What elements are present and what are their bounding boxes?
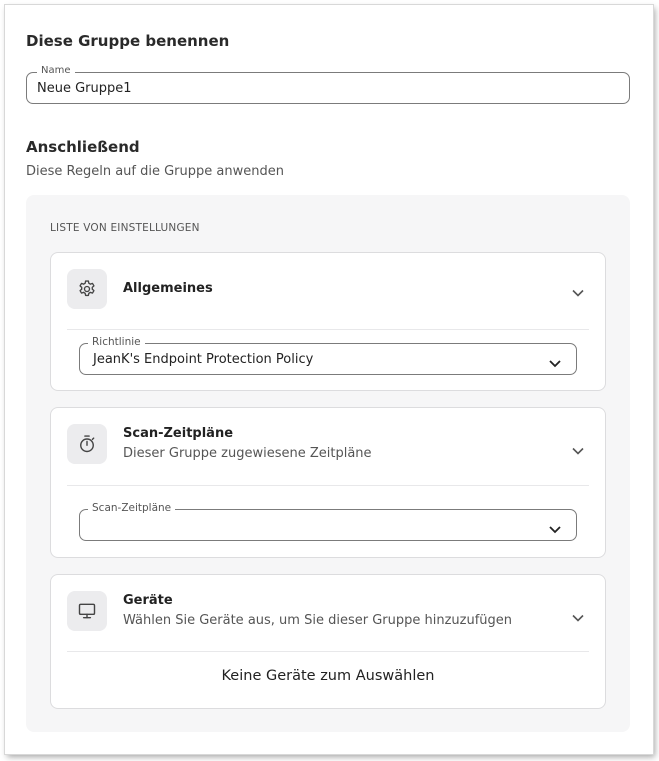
policy-select-label: Richtlinie xyxy=(88,336,145,348)
group-name-input[interactable] xyxy=(37,79,617,97)
scan-schedules-select[interactable]: Scan-Zeitpläne xyxy=(79,502,577,541)
general-expand-chevron-icon[interactable] xyxy=(571,283,585,302)
scan-schedules-select-label: Scan-Zeitpläne xyxy=(88,502,176,514)
rules-section-title: Anschließend xyxy=(26,138,140,156)
rules-section-description: Diese Regeln auf die Gruppe anwenden xyxy=(26,164,284,179)
divider xyxy=(67,651,589,652)
policy-dropdown-chevron-icon xyxy=(548,354,562,373)
scan-schedules-card-description: Dieser Gruppe zugewiesene Zeitpläne xyxy=(123,446,372,461)
scan-schedules-dropdown-chevron-icon xyxy=(548,520,562,539)
dialog: Diese Gruppe benennen Name Anschließend … xyxy=(5,5,653,754)
settings-panel: LISTE VON EINSTELLUNGEN Allgemeines Rich… xyxy=(26,195,630,732)
scan-schedules-expand-chevron-icon[interactable] xyxy=(571,441,585,460)
divider xyxy=(67,485,589,486)
gear-icon xyxy=(67,269,107,309)
divider xyxy=(67,329,589,330)
general-card: Allgemeines Richtlinie JeanK's Endpoint … xyxy=(50,252,606,391)
scan-schedules-card-title: Scan-Zeitpläne xyxy=(123,426,234,441)
group-name-label: Name xyxy=(37,65,75,76)
devices-expand-chevron-icon[interactable] xyxy=(571,608,585,627)
policy-select-value: JeanK's Endpoint Protection Policy xyxy=(93,352,314,367)
scan-schedules-card: Scan-Zeitpläne Dieser Gruppe zugewiesene… xyxy=(50,407,606,558)
monitor-icon xyxy=(67,591,107,631)
settings-list-label: LISTE VON EINSTELLUNGEN xyxy=(50,222,200,234)
stopwatch-icon xyxy=(67,424,107,464)
general-card-title: Allgemeines xyxy=(123,281,213,296)
name-section-title: Diese Gruppe benennen xyxy=(26,32,230,50)
devices-card-description: Wählen Sie Geräte aus, um Sie dieser Gru… xyxy=(123,613,513,628)
devices-empty-message: Keine Geräte zum Auswählen xyxy=(221,668,435,684)
devices-card-title: Geräte xyxy=(123,593,173,608)
group-name-field[interactable]: Name xyxy=(26,65,630,104)
policy-select[interactable]: Richtlinie JeanK's Endpoint Protection P… xyxy=(79,336,577,375)
devices-card: Geräte Wählen Sie Geräte aus, um Sie die… xyxy=(50,574,606,709)
